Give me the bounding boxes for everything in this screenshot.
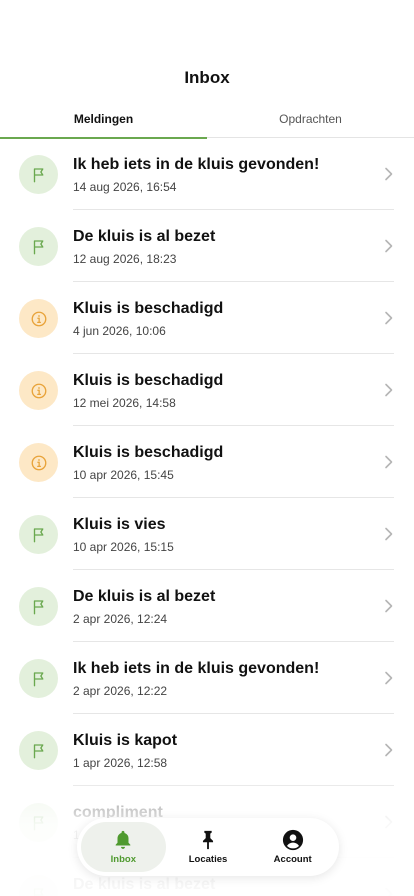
nav-locaties[interactable]: Locaties bbox=[166, 822, 251, 872]
nav-label-account: Account bbox=[273, 854, 312, 865]
notification-date: 4 jun 2026, 10:06 bbox=[73, 324, 166, 338]
notification-date: 10 apr 2026, 15:15 bbox=[73, 540, 174, 554]
list-item[interactable]: Ik heb iets in de kluis gevonden! 14 aug … bbox=[0, 138, 414, 210]
chevron-right-icon bbox=[384, 239, 394, 253]
notification-title: De kluis is al bezet bbox=[73, 876, 216, 893]
list-item[interactable]: Kluis is beschadigd 10 apr 2026, 15:45 bbox=[0, 426, 414, 498]
flag-icon bbox=[19, 659, 58, 698]
page-title: Inbox bbox=[184, 68, 230, 87]
bell-icon bbox=[115, 830, 131, 849]
notification-title: Kluis is kapot bbox=[73, 732, 178, 749]
notification-date: 10 apr 2026, 15:45 bbox=[73, 468, 174, 482]
notification-date: 2 apr 2026, 12:22 bbox=[73, 684, 168, 698]
notification-date: 2 apr 2026, 12:24 bbox=[73, 612, 168, 626]
pin-icon bbox=[202, 830, 214, 850]
list-item[interactable]: Kluis is beschadigd 4 jun 2026, 10:06 bbox=[0, 282, 414, 354]
list-item[interactable]: De kluis is al bezet 12 aug 2026, 18:23 bbox=[0, 210, 414, 282]
chevron-right-icon bbox=[384, 383, 394, 397]
list-item[interactable]: Kluis is kapot 1 apr 2026, 12:58 bbox=[0, 714, 414, 786]
chevron-right-icon bbox=[384, 743, 394, 757]
flag-icon bbox=[19, 731, 58, 770]
flag-icon bbox=[19, 227, 58, 266]
chevron-right-icon bbox=[384, 671, 394, 685]
info-icon bbox=[19, 443, 58, 482]
chevron-right-icon bbox=[384, 455, 394, 469]
flag-icon bbox=[19, 515, 58, 554]
notification-title: Kluis is beschadigd bbox=[73, 444, 224, 461]
chevron-right-icon bbox=[384, 167, 394, 181]
notification-title: De kluis is al bezet bbox=[73, 588, 216, 605]
list-item[interactable]: De kluis is al bezet 2 apr 2026, 12:24 bbox=[0, 570, 414, 642]
notification-date: 1 apr 2026, 12:58 bbox=[73, 756, 168, 770]
nav-account[interactable]: Account bbox=[250, 822, 335, 872]
nav-label-locaties: Locaties bbox=[188, 854, 228, 865]
notification-date: 14 aug 2026, 16:54 bbox=[73, 180, 177, 194]
account-icon bbox=[282, 829, 303, 851]
list-item[interactable]: Kluis is vies 10 apr 2026, 15:15 bbox=[0, 498, 414, 570]
info-icon bbox=[19, 299, 58, 338]
chevron-right-icon bbox=[384, 887, 394, 896]
tab-meldingen[interactable]: Meldingen bbox=[0, 100, 207, 139]
flag-icon bbox=[19, 875, 58, 896]
chevron-right-icon bbox=[384, 599, 394, 613]
list-item[interactable]: Ik heb iets in de kluis gevonden! 2 apr 2… bbox=[0, 642, 414, 714]
flag-icon bbox=[19, 803, 58, 842]
chevron-right-icon bbox=[384, 311, 394, 325]
chevron-right-icon bbox=[384, 815, 394, 829]
notification-list: Ik heb iets in de kluis gevonden! 14 aug … bbox=[0, 138, 414, 896]
notification-title: Ik heb iets in de kluis gevonden! bbox=[73, 660, 320, 677]
flag-icon bbox=[19, 155, 58, 194]
notification-title: De kluis is al bezet bbox=[73, 228, 216, 245]
chevron-right-icon bbox=[384, 527, 394, 541]
tab-bar: Meldingen Opdrachten bbox=[0, 100, 414, 139]
list-item[interactable]: Kluis is beschadigd 12 mei 2026, 14:58 bbox=[0, 354, 414, 426]
notification-date: 12 mei 2026, 14:58 bbox=[73, 396, 176, 410]
nav-label-inbox: Inbox bbox=[110, 854, 136, 865]
bottom-navbar: Inbox Locaties Account bbox=[77, 818, 339, 876]
notification-title: Kluis is beschadigd bbox=[73, 300, 224, 317]
notification-title: Ik heb iets in de kluis gevonden! bbox=[73, 156, 320, 173]
tab-opdrachten[interactable]: Opdrachten bbox=[207, 100, 414, 138]
header: Inbox bbox=[0, 0, 414, 100]
info-icon bbox=[19, 371, 58, 410]
nav-inbox[interactable]: Inbox bbox=[81, 822, 166, 872]
notification-date: 12 aug 2026, 18:23 bbox=[73, 252, 177, 266]
flag-icon bbox=[19, 587, 58, 626]
notification-title: Kluis is vies bbox=[73, 516, 166, 533]
notification-title: Kluis is beschadigd bbox=[73, 372, 224, 389]
